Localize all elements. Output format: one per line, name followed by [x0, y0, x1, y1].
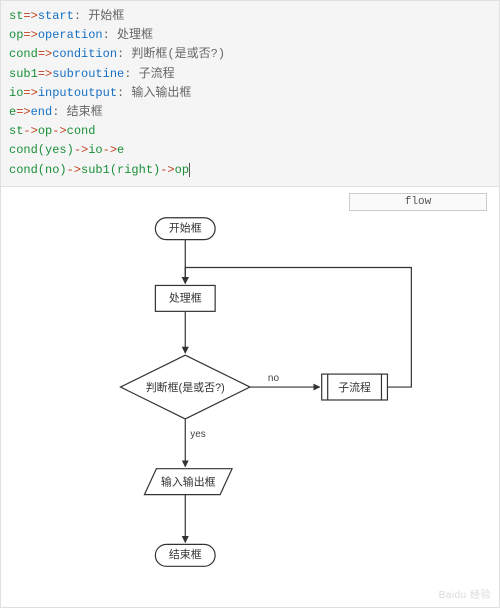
watermark: Baidu 经验 — [439, 586, 491, 601]
edge-no-label: no — [268, 373, 280, 384]
node-start-label: 开始框 — [169, 220, 202, 234]
node-io-label: 输入输出框 — [161, 474, 216, 488]
node-sub1-label: 子流程 — [338, 380, 371, 394]
node-op-label: 处理框 — [169, 291, 202, 304]
edge — [185, 267, 411, 387]
flowchart-canvas: flow 开始框 处理框 判断框(是或否?) yes no 子流程 — [0, 187, 500, 608]
node-cond-label: 判断框(是或否?) — [146, 380, 225, 394]
node-end-label: 结束框 — [169, 548, 202, 561]
code-block: st=>start: 开始框 op=>operation: 处理框 cond=>… — [0, 0, 500, 187]
flowchart-svg: 开始框 处理框 判断框(是或否?) yes no 子流程 输入输出框 结束框 — [1, 187, 499, 607]
edge-yes-label: yes — [190, 429, 206, 440]
